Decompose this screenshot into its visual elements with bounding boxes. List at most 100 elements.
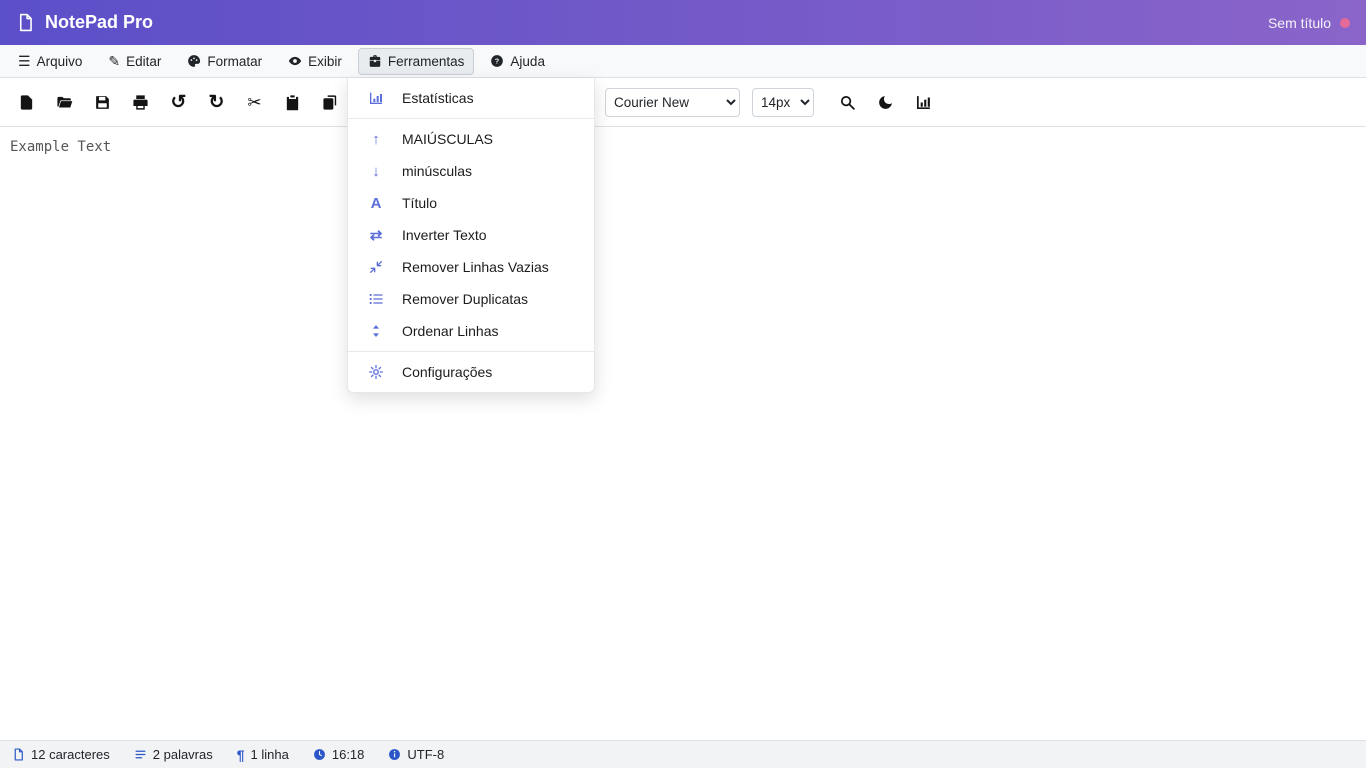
letter-a-icon: A bbox=[370, 194, 382, 212]
menu-item-minusculas[interactable]: ↓ minúsculas bbox=[348, 155, 594, 187]
menu-item-inverter-texto[interactable]: ⇄ Inverter Texto bbox=[348, 219, 594, 251]
status-words: 2 palavras bbox=[134, 747, 213, 762]
moon-icon bbox=[877, 94, 894, 111]
toolbar: ↺ ↻ ✂ Courier New 14px bbox=[0, 78, 1366, 127]
menu-arquivo-label: Arquivo bbox=[36, 53, 83, 69]
undo-icon: ↺ bbox=[170, 91, 187, 113]
arrow-down-icon: ↓ bbox=[372, 162, 380, 180]
status-lines: ¶ 1 linha bbox=[237, 747, 289, 762]
new-file-icon bbox=[18, 94, 35, 111]
redo-button[interactable]: ↻ bbox=[200, 86, 233, 118]
menu-item-remover-duplicatas[interactable]: Remover Duplicatas bbox=[348, 283, 594, 315]
bars-icon: ☰ bbox=[18, 53, 31, 69]
ferramentas-dropdown-menu: Estatísticas ↑ MAIÚSCULAS ↓ minúsculas A… bbox=[347, 78, 595, 394]
list-icon bbox=[366, 291, 386, 307]
copy-button[interactable] bbox=[314, 86, 347, 118]
menu-formatar-label: Formatar bbox=[207, 53, 263, 69]
status-time: 16:18 bbox=[313, 747, 365, 762]
redo-icon: ↻ bbox=[208, 91, 225, 113]
scissors-icon: ✂ bbox=[247, 92, 262, 112]
menu-exibir[interactable]: Exibir bbox=[278, 48, 352, 75]
info-icon bbox=[388, 748, 401, 761]
sort-icon bbox=[366, 323, 386, 339]
app-logo-file-icon bbox=[16, 13, 35, 32]
print-button[interactable] bbox=[124, 86, 157, 118]
question-circle-icon: ? bbox=[490, 54, 504, 68]
menu-item-label: Inverter Texto bbox=[402, 227, 487, 244]
paste-button[interactable] bbox=[276, 86, 309, 118]
eye-icon bbox=[288, 54, 302, 68]
toolbox-icon bbox=[368, 54, 382, 68]
new-file-button[interactable] bbox=[10, 86, 43, 118]
menu-item-remover-linhas-vazias[interactable]: Remover Linhas Vazias bbox=[348, 251, 594, 283]
unsaved-indicator-dot bbox=[1340, 17, 1350, 28]
font-size-select[interactable]: 14px bbox=[752, 87, 814, 117]
font-family-select[interactable]: Courier New bbox=[605, 87, 740, 117]
document-status: Sem título bbox=[1268, 15, 1350, 31]
open-file-button[interactable] bbox=[48, 86, 81, 118]
menu-item-label: MAIÚSCULAS bbox=[402, 131, 494, 148]
menu-formatar[interactable]: Formatar bbox=[177, 48, 272, 75]
menu-item-label: Ordenar Linhas bbox=[402, 323, 499, 340]
status-characters-label: 12 caracteres bbox=[31, 747, 110, 762]
menu-divider bbox=[348, 118, 594, 120]
menu-ajuda[interactable]: ? Ajuda bbox=[480, 48, 555, 75]
status-encoding: UTF-8 bbox=[388, 747, 444, 762]
editor-area: Example Text bbox=[0, 127, 1366, 740]
menu-item-label: Remover Duplicatas bbox=[402, 291, 529, 308]
app-title: NotePad Pro bbox=[45, 12, 154, 32]
svg-text:?: ? bbox=[495, 56, 500, 65]
search-icon bbox=[839, 94, 856, 111]
menu-exibir-label: Exibir bbox=[308, 53, 342, 69]
menu-item-label: Configurações bbox=[402, 364, 493, 381]
dark-mode-button[interactable] bbox=[869, 86, 902, 118]
pen-icon: ✎ bbox=[108, 53, 121, 69]
copy-icon bbox=[322, 94, 339, 111]
search-button[interactable] bbox=[831, 86, 864, 118]
lines-icon bbox=[134, 748, 147, 761]
statusbar: 12 caracteres 2 palavras ¶ 1 linha 16:18… bbox=[0, 740, 1366, 768]
clock-icon bbox=[313, 748, 326, 761]
palette-icon bbox=[187, 54, 201, 68]
menu-item-label: Título bbox=[402, 195, 438, 212]
menu-item-ordenar-linhas[interactable]: Ordenar Linhas bbox=[348, 315, 594, 347]
text-editor[interactable]: Example Text bbox=[0, 127, 1366, 740]
menu-ajuda-label: Ajuda bbox=[510, 53, 545, 69]
compress-icon bbox=[366, 259, 386, 275]
bar-chart-icon bbox=[915, 94, 932, 111]
status-words-label: 2 palavras bbox=[152, 747, 213, 762]
undo-button[interactable]: ↺ bbox=[162, 86, 195, 118]
save-button[interactable] bbox=[86, 86, 119, 118]
menu-divider bbox=[348, 351, 594, 353]
file-icon bbox=[12, 748, 25, 761]
menu-item-maiusculas[interactable]: ↑ MAIÚSCULAS bbox=[348, 123, 594, 155]
menu-editar[interactable]: ✎ Editar bbox=[98, 48, 171, 75]
menu-arquivo[interactable]: ☰ Arquivo bbox=[8, 48, 92, 75]
pilcrow-icon: ¶ bbox=[236, 746, 245, 763]
menu-item-label: minúsculas bbox=[402, 163, 473, 180]
save-icon bbox=[94, 94, 111, 111]
status-lines-label: 1 linha bbox=[250, 747, 289, 762]
folder-open-icon bbox=[56, 94, 73, 111]
menu-item-configuracoes[interactable]: Configurações bbox=[348, 356, 594, 388]
menu-item-label: Estatísticas bbox=[402, 90, 474, 107]
status-time-label: 16:18 bbox=[331, 747, 365, 762]
gear-icon bbox=[366, 364, 386, 380]
stats-chart-icon bbox=[366, 90, 386, 106]
statistics-button[interactable] bbox=[907, 86, 940, 118]
document-name: Sem título bbox=[1267, 14, 1331, 31]
arrow-up-icon: ↑ bbox=[372, 130, 380, 148]
menu-item-label: Remover Linhas Vazias bbox=[402, 259, 549, 276]
app-header: NotePad Pro Sem título bbox=[0, 0, 1366, 45]
menubar: ☰ Arquivo ✎ Editar Formatar Exibir Ferra… bbox=[0, 45, 1366, 78]
menu-item-estatisticas[interactable]: Estatísticas bbox=[348, 82, 594, 114]
menu-editar-label: Editar bbox=[126, 53, 162, 69]
menu-ferramentas-label: Ferramentas bbox=[387, 53, 465, 69]
menu-item-titulo[interactable]: A Título bbox=[348, 187, 594, 219]
cut-button[interactable]: ✂ bbox=[238, 86, 271, 118]
status-characters: 12 caracteres bbox=[12, 747, 110, 762]
swap-arrows-icon: ⇄ bbox=[369, 226, 383, 244]
menu-ferramentas[interactable]: Ferramentas bbox=[357, 47, 475, 75]
status-encoding-label: UTF-8 bbox=[407, 747, 445, 762]
print-icon bbox=[132, 94, 149, 111]
